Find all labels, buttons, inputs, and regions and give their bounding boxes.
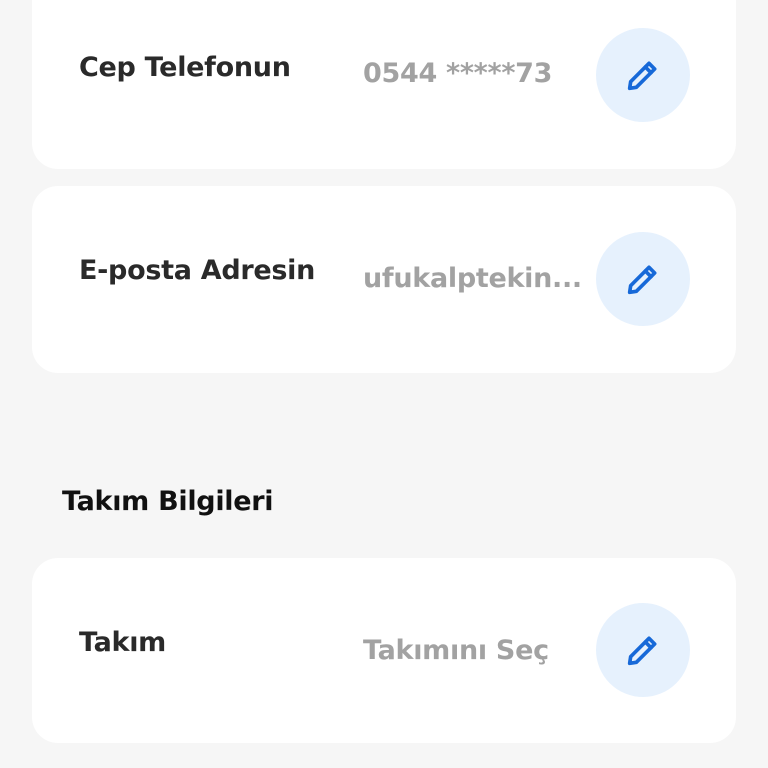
- phone-card: Cep Telefonun 0544 *****73: [32, 0, 736, 169]
- phone-label: Cep Telefonun: [79, 52, 291, 83]
- email-card: E-posta Adresin ufukalptekin...: [32, 186, 736, 373]
- team-value: Takımını Seç: [363, 635, 549, 666]
- team-card: Takım Takımını Seç: [32, 558, 736, 743]
- team-label: Takım: [79, 627, 167, 658]
- edit-phone-button[interactable]: [596, 28, 690, 122]
- phone-value: 0544 *****73: [363, 58, 553, 89]
- pencil-icon: [627, 636, 657, 666]
- email-label: E-posta Adresin: [79, 255, 316, 286]
- email-value: ufukalptekin...: [363, 263, 582, 294]
- team-section-title: Takım Bilgileri: [62, 486, 274, 517]
- pencil-icon: [627, 265, 657, 295]
- edit-team-button[interactable]: [596, 603, 690, 697]
- pencil-icon: [627, 61, 657, 91]
- edit-email-button[interactable]: [596, 232, 690, 326]
